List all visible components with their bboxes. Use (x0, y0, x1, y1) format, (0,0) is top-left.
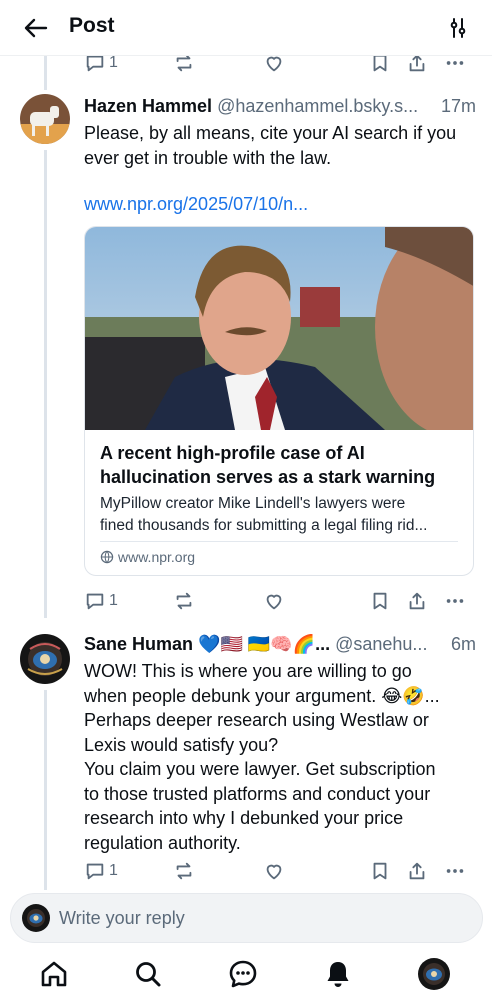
top-bar: Post (0, 0, 492, 56)
more-button[interactable] (444, 857, 466, 885)
arrow-left-icon[interactable] (22, 14, 50, 42)
card-description-line: MyPillow creator Mike Lindell's lawyers … (100, 495, 406, 512)
share-button[interactable] (406, 857, 428, 885)
post-header: Sane Human 💙🇺🇸 🇺🇦🧠🌈... @sanehu... 6m (84, 634, 476, 655)
repost-button[interactable] (173, 857, 195, 885)
reply-count: 1 (109, 54, 118, 71)
heart-icon (266, 594, 282, 610)
tab-notifications[interactable] (322, 958, 354, 990)
card-domain-text: www.npr.org (118, 549, 196, 565)
reply-icon (86, 863, 104, 880)
more-button[interactable] (444, 587, 466, 615)
card-description: MyPillow creator Mike Lindell's lawyers … (100, 493, 462, 537)
like-button[interactable] (263, 587, 285, 615)
thread-line (44, 150, 47, 618)
reply-button[interactable]: 1 (84, 857, 118, 885)
tab-home[interactable] (38, 958, 70, 990)
link-preview-card[interactable]: A recent high-profile case of AI halluci… (84, 226, 474, 576)
post-time: 6m (446, 634, 476, 655)
post-text-line: to those trusted platforms and conduct y… (84, 783, 431, 804)
bookmark-icon (373, 862, 387, 880)
reply-button[interactable]: 1 (84, 587, 118, 615)
thread-line (44, 56, 47, 90)
avatar[interactable] (20, 634, 70, 684)
like-button[interactable] (263, 857, 285, 885)
share-icon (409, 592, 425, 610)
tab-search[interactable] (132, 958, 164, 990)
preview-image (85, 227, 473, 430)
share-button[interactable] (406, 587, 428, 615)
post-text-line: regulation authority. (84, 832, 241, 853)
reply-count: 1 (109, 592, 118, 609)
post-text: Please, by all means, cite your AI searc… (84, 123, 457, 168)
bookmark-button[interactable] (369, 857, 391, 885)
post-text: WOW! This is where you are willing to go… (84, 659, 476, 855)
bottom-tab-bar (0, 950, 492, 1000)
post-text-line: Lexis would satisfy you? (84, 734, 279, 755)
post-actions: 1 (84, 587, 470, 615)
author-name[interactable]: Hazen Hammel (84, 96, 212, 116)
post-text-line: when people debunk your argument. 😂🤣... (84, 685, 440, 706)
tab-chat[interactable] (227, 958, 259, 990)
reply-count: 1 (109, 862, 118, 879)
share-icon (409, 862, 425, 880)
repost-button[interactable] (173, 587, 195, 615)
card-description-line: fined thousands for submitting a legal f… (100, 517, 428, 534)
page-title: Post (69, 14, 115, 37)
home-icon (41, 961, 67, 987)
more-icon (446, 869, 464, 873)
bookmark-button[interactable] (369, 587, 391, 615)
post-time: 17m (436, 96, 476, 117)
sliders-icon[interactable] (446, 16, 470, 40)
thread-line (44, 690, 47, 890)
author-handle[interactable]: @hazenhammel.bsky.s... (217, 96, 418, 116)
card-divider (100, 541, 458, 542)
author-handle[interactable]: @sanehu... (335, 634, 427, 654)
card-domain: www.npr.org (100, 549, 195, 565)
post-text-line: research into why I debunked your price (84, 808, 404, 828)
post-header: Hazen Hammel @hazenhammel.bsky.s... 17m (84, 96, 476, 117)
globe-icon (100, 550, 114, 564)
search-icon (136, 962, 161, 987)
post-text-line: WOW! This is where you are willing to go (84, 661, 412, 681)
bell-icon (327, 962, 349, 987)
reply-icon (86, 593, 104, 610)
bookmark-icon (373, 592, 387, 610)
repost-icon (176, 862, 192, 880)
post-actions: 1 (84, 857, 470, 885)
author-name[interactable]: Sane Human 💙🇺🇸 🇺🇦🧠🌈... (84, 634, 330, 654)
tab-profile[interactable] (418, 958, 450, 990)
post-text-line: You claim you were lawyer. Get subscript… (84, 759, 436, 779)
card-title: A recent high-profile case of AI halluci… (100, 443, 436, 487)
heart-icon (266, 864, 282, 880)
repost-icon (176, 592, 192, 610)
avatar[interactable] (20, 94, 70, 144)
post-link[interactable]: www.npr.org/2025/07/10/n... (84, 194, 308, 215)
reply-placeholder: Write your reply (59, 908, 185, 928)
reply-composer[interactable]: Write your reply (10, 893, 483, 943)
chat-icon (229, 960, 257, 988)
profile-avatar (418, 958, 450, 990)
post-text-line: Perhaps deeper research using Westlaw or (84, 710, 429, 730)
more-icon (446, 599, 464, 603)
my-avatar (22, 904, 50, 932)
